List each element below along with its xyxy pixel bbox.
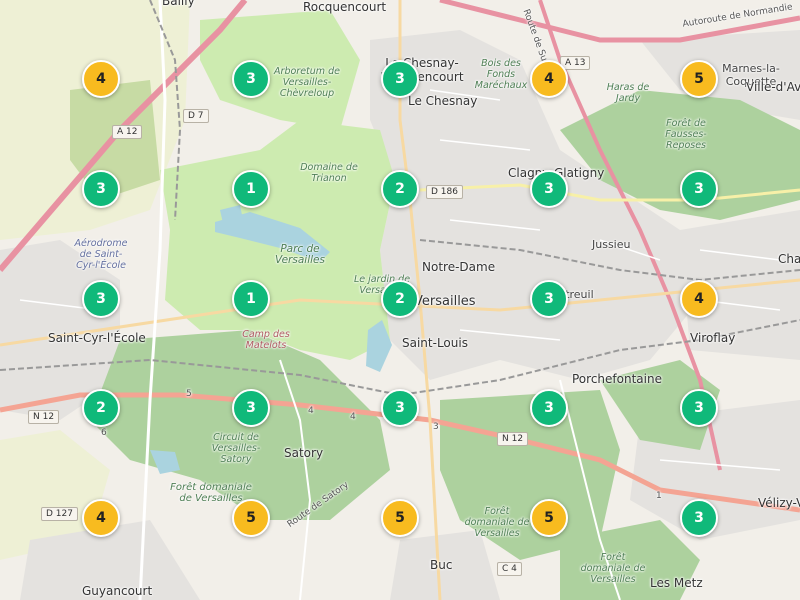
cluster-marker[interactable]: 4 bbox=[82, 499, 120, 537]
cluster-count: 3 bbox=[395, 71, 405, 87]
cluster-count: 4 bbox=[544, 71, 554, 87]
cluster-count: 1 bbox=[246, 181, 256, 197]
cluster-marker[interactable]: 4 bbox=[530, 60, 568, 98]
cluster-count: 3 bbox=[246, 400, 256, 416]
cluster-marker[interactable]: 3 bbox=[82, 280, 120, 318]
cluster-marker[interactable]: 5 bbox=[530, 499, 568, 537]
cluster-count: 3 bbox=[544, 400, 554, 416]
cluster-marker[interactable]: 5 bbox=[680, 60, 718, 98]
road-shield-n12-east: N 12 bbox=[497, 432, 529, 446]
cluster-count: 3 bbox=[544, 291, 554, 307]
cluster-count: 5 bbox=[395, 510, 405, 526]
cluster-count: 4 bbox=[694, 291, 704, 307]
cluster-marker[interactable]: 3 bbox=[530, 170, 568, 208]
cluster-count: 3 bbox=[694, 510, 704, 526]
cluster-count: 2 bbox=[395, 291, 405, 307]
cluster-marker[interactable]: 3 bbox=[381, 389, 419, 427]
cluster-marker[interactable]: 4 bbox=[680, 280, 718, 318]
cluster-count: 3 bbox=[544, 181, 554, 197]
cluster-count: 3 bbox=[96, 291, 106, 307]
cluster-marker[interactable]: 3 bbox=[82, 170, 120, 208]
cluster-marker[interactable]: 2 bbox=[82, 389, 120, 427]
cluster-count: 3 bbox=[694, 181, 704, 197]
cluster-count: 5 bbox=[544, 510, 554, 526]
cluster-marker[interactable]: 4 bbox=[82, 60, 120, 98]
cluster-count: 5 bbox=[246, 510, 256, 526]
cluster-marker[interactable]: 3 bbox=[530, 280, 568, 318]
cluster-count: 2 bbox=[395, 181, 405, 197]
cluster-marker[interactable]: 2 bbox=[381, 170, 419, 208]
road-shield-d7: D 7 bbox=[183, 109, 209, 123]
road-shield-d127: D 127 bbox=[41, 507, 78, 521]
cluster-count: 3 bbox=[96, 181, 106, 197]
road-shield-c4: C 4 bbox=[497, 562, 522, 576]
cluster-marker[interactable]: 3 bbox=[232, 60, 270, 98]
cluster-marker[interactable]: 3 bbox=[680, 389, 718, 427]
cluster-count: 3 bbox=[246, 71, 256, 87]
cluster-count: 4 bbox=[96, 510, 106, 526]
cluster-marker[interactable]: 1 bbox=[232, 280, 270, 318]
cluster-marker[interactable]: 5 bbox=[232, 499, 270, 537]
cluster-marker[interactable]: 3 bbox=[232, 389, 270, 427]
cluster-marker[interactable]: 5 bbox=[381, 499, 419, 537]
cluster-count: 4 bbox=[96, 71, 106, 87]
road-shield-a12: A 12 bbox=[112, 125, 143, 139]
cluster-count: 1 bbox=[246, 291, 256, 307]
cluster-marker[interactable]: 3 bbox=[680, 170, 718, 208]
cluster-marker[interactable]: 3 bbox=[381, 60, 419, 98]
cluster-marker[interactable]: 3 bbox=[680, 499, 718, 537]
cluster-count: 3 bbox=[694, 400, 704, 416]
cluster-marker[interactable]: 2 bbox=[381, 280, 419, 318]
cluster-count: 5 bbox=[694, 71, 704, 87]
road-shield-d186: D 186 bbox=[426, 185, 463, 199]
cluster-marker[interactable]: 1 bbox=[232, 170, 270, 208]
map-canvas[interactable]: Bailly Rocquencourt Le Chesnay-Rocquenco… bbox=[0, 0, 800, 600]
road-shield-n12-west: N 12 bbox=[28, 410, 60, 424]
cluster-marker[interactable]: 3 bbox=[530, 389, 568, 427]
cluster-count: 3 bbox=[395, 400, 405, 416]
cluster-count: 2 bbox=[96, 400, 106, 416]
